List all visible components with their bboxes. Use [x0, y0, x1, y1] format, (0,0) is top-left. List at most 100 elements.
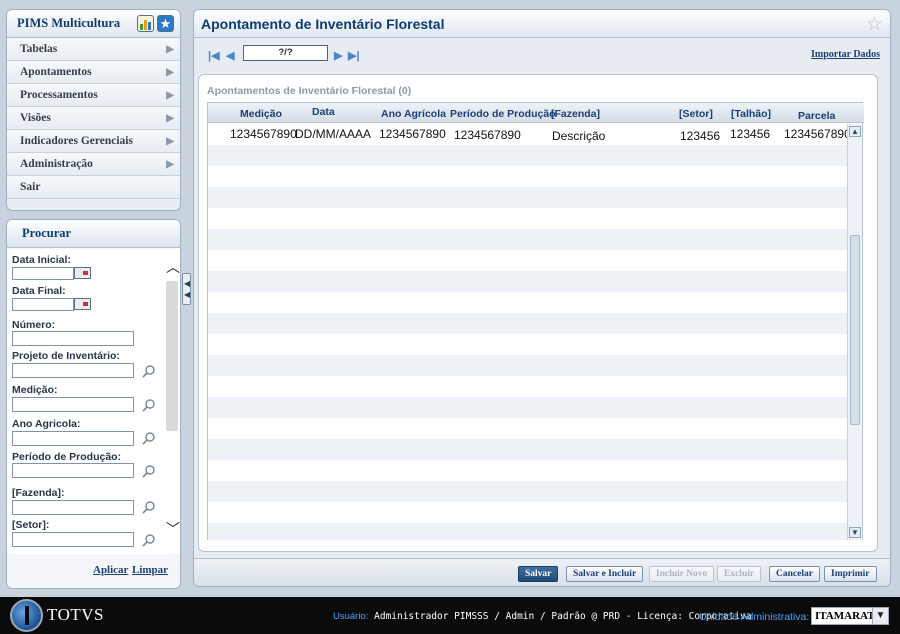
chevron-right-icon: ▶: [166, 89, 174, 101]
empty-table-row: [208, 187, 848, 208]
user-label: Usuário:: [333, 611, 369, 622]
menu-item-apontamentos[interactable]: Apontamentos ▶: [7, 61, 180, 84]
ano-agricola-input[interactable]: [12, 431, 134, 446]
previous-record-icon[interactable]: ◀: [226, 49, 234, 62]
cell-ano-agricola: 1234567890: [379, 127, 446, 141]
data-final-input[interactable]: [12, 298, 74, 311]
column-header-data[interactable]: Data: [312, 106, 335, 118]
empty-table-row: [208, 397, 848, 418]
cell-parcela: 1234567890: [784, 127, 848, 141]
search-form: Data Inicial: Data Final: Número: Projet…: [7, 249, 180, 554]
empty-table-row: [208, 355, 848, 376]
search-icon[interactable]: [142, 398, 156, 412]
chevron-down-icon[interactable]: ﹀: [166, 519, 180, 539]
cancel-button[interactable]: Cancelar: [769, 566, 820, 582]
delete-button[interactable]: Excluir: [717, 566, 762, 582]
menu-item-label: Apontamentos: [20, 66, 92, 78]
collapse-left-icon: ◀: [184, 279, 191, 288]
empty-table-row: [208, 208, 848, 229]
column-header-ano-agricola[interactable]: Ano Agrícola: [381, 108, 446, 120]
menu-item-label: Tabelas: [20, 43, 58, 55]
empty-table-row: [208, 334, 848, 355]
cell-talhao: 123456: [730, 127, 771, 141]
save-and-add-button[interactable]: Salvar e Incluir: [566, 566, 644, 582]
collapse-left-icon: ◀: [184, 290, 191, 299]
column-header-fazenda[interactable]: [Fazenda]: [551, 108, 600, 120]
print-button[interactable]: Imprimir: [824, 566, 877, 582]
column-header-setor[interactable]: [Setor]: [679, 108, 713, 120]
menu-item-indicadores[interactable]: Indicadores Gerenciais ▶: [7, 130, 180, 153]
import-data-link[interactable]: Importar Dados: [811, 49, 880, 60]
menu-item-sair[interactable]: Sair: [7, 176, 180, 199]
app-title: PIMS Multicultura: [17, 16, 121, 30]
search-icon[interactable]: [142, 464, 156, 478]
chevron-up-icon[interactable]: ︿: [166, 257, 180, 277]
search-icon[interactable]: [142, 364, 156, 378]
calendar-icon[interactable]: [74, 298, 91, 310]
save-button[interactable]: Salvar: [518, 566, 559, 582]
fazenda-input[interactable]: [12, 500, 134, 515]
empty-table-row: [208, 313, 848, 334]
empty-table-row: [208, 250, 848, 271]
main-menu-panel: PIMS Multicultura ★ Tabelas ▶ Apontamento…: [6, 9, 181, 211]
scroll-up-icon[interactable]: ▲: [849, 126, 861, 137]
menu-item-visoes[interactable]: Visões ▶: [7, 107, 180, 130]
clear-link[interactable]: Limpar: [132, 564, 168, 576]
first-record-icon[interactable]: |◀: [208, 49, 220, 62]
data-inicial-input[interactable]: [12, 267, 74, 280]
medicao-input[interactable]: [12, 397, 134, 412]
column-header-medicao[interactable]: Medição: [240, 108, 282, 120]
table-row[interactable]: 1234567890 DD/MM/AAAA 1234567890 1234567…: [208, 124, 848, 145]
add-new-button[interactable]: Incluir Novo: [649, 566, 715, 582]
numero-input[interactable]: [12, 331, 134, 346]
column-header-parcela[interactable]: Parcela: [798, 110, 835, 122]
column-header-periodo[interactable]: Período de Produção: [450, 108, 556, 120]
scrollbar-thumb[interactable]: [850, 235, 860, 425]
empty-table-row: [208, 376, 848, 397]
apply-link[interactable]: Aplicar: [93, 564, 128, 576]
star-badge-icon[interactable]: ★: [157, 15, 174, 32]
empty-table-row: [208, 229, 848, 250]
column-header-talhao[interactable]: [Talhão]: [731, 108, 771, 120]
grid-body: 1234567890 DD/MM/AAAA 1234567890 1234567…: [208, 124, 848, 540]
cell-data: DD/MM/AAAA: [295, 127, 372, 141]
search-icon[interactable]: [142, 533, 156, 547]
collapse-sidebar-handle[interactable]: ◀ ◀: [182, 273, 191, 305]
menu-item-administracao[interactable]: Administração ▶: [7, 153, 180, 176]
periodo-input[interactable]: [12, 463, 134, 478]
search-icon[interactable]: [142, 500, 156, 514]
last-record-icon[interactable]: ▶|: [348, 49, 360, 62]
grid-caption: Apontamentos de Inventário Florestal (0): [207, 85, 412, 97]
empty-table-row: [208, 292, 848, 313]
menu-item-label: Processamentos: [20, 89, 98, 101]
menu-item-label: Sair: [20, 181, 41, 193]
bar-chart-icon[interactable]: [137, 15, 154, 32]
empty-table-row: [208, 523, 848, 540]
search-scrollbar[interactable]: ︿ ﹀: [164, 249, 180, 554]
status-footer: TOTVS Usuário: Administrador PIMSSS / Ad…: [0, 597, 900, 634]
page-indicator[interactable]: ?/?: [243, 45, 328, 61]
chevron-down-icon[interactable]: ▼: [872, 608, 888, 624]
empty-table-row: [208, 439, 848, 460]
setor-input[interactable]: [12, 532, 134, 547]
favorite-star-icon[interactable]: ☆: [866, 13, 883, 36]
chevron-right-icon: ▶: [166, 66, 174, 78]
calendar-icon[interactable]: [74, 267, 91, 279]
scroll-down-icon[interactable]: ▼: [849, 527, 861, 538]
empty-table-row: [208, 166, 848, 187]
projeto-input[interactable]: [12, 363, 134, 378]
next-record-icon[interactable]: ▶: [334, 49, 342, 62]
user-value: Administrador PIMSSS / Admin / Padrão @ …: [368, 611, 752, 622]
menu-header: PIMS Multicultura ★: [7, 10, 180, 38]
menu-item-processamentos[interactable]: Processamentos ▶: [7, 84, 180, 107]
grid-scrollbar[interactable]: ▲ ▼: [847, 124, 862, 540]
empty-table-row: [208, 271, 848, 292]
empty-table-row: [208, 502, 848, 523]
numero-label: Número:: [12, 319, 56, 331]
periodo-label: Período de Produção:: [12, 451, 122, 463]
menu-item-tabelas[interactable]: Tabelas ▶: [7, 38, 180, 61]
scrollbar-thumb[interactable]: [166, 281, 178, 431]
unit-select[interactable]: ITAMARATI ▼: [811, 607, 889, 625]
search-icon[interactable]: [142, 431, 156, 445]
main-header: Apontamento de Inventário Florestal ☆: [194, 10, 890, 38]
